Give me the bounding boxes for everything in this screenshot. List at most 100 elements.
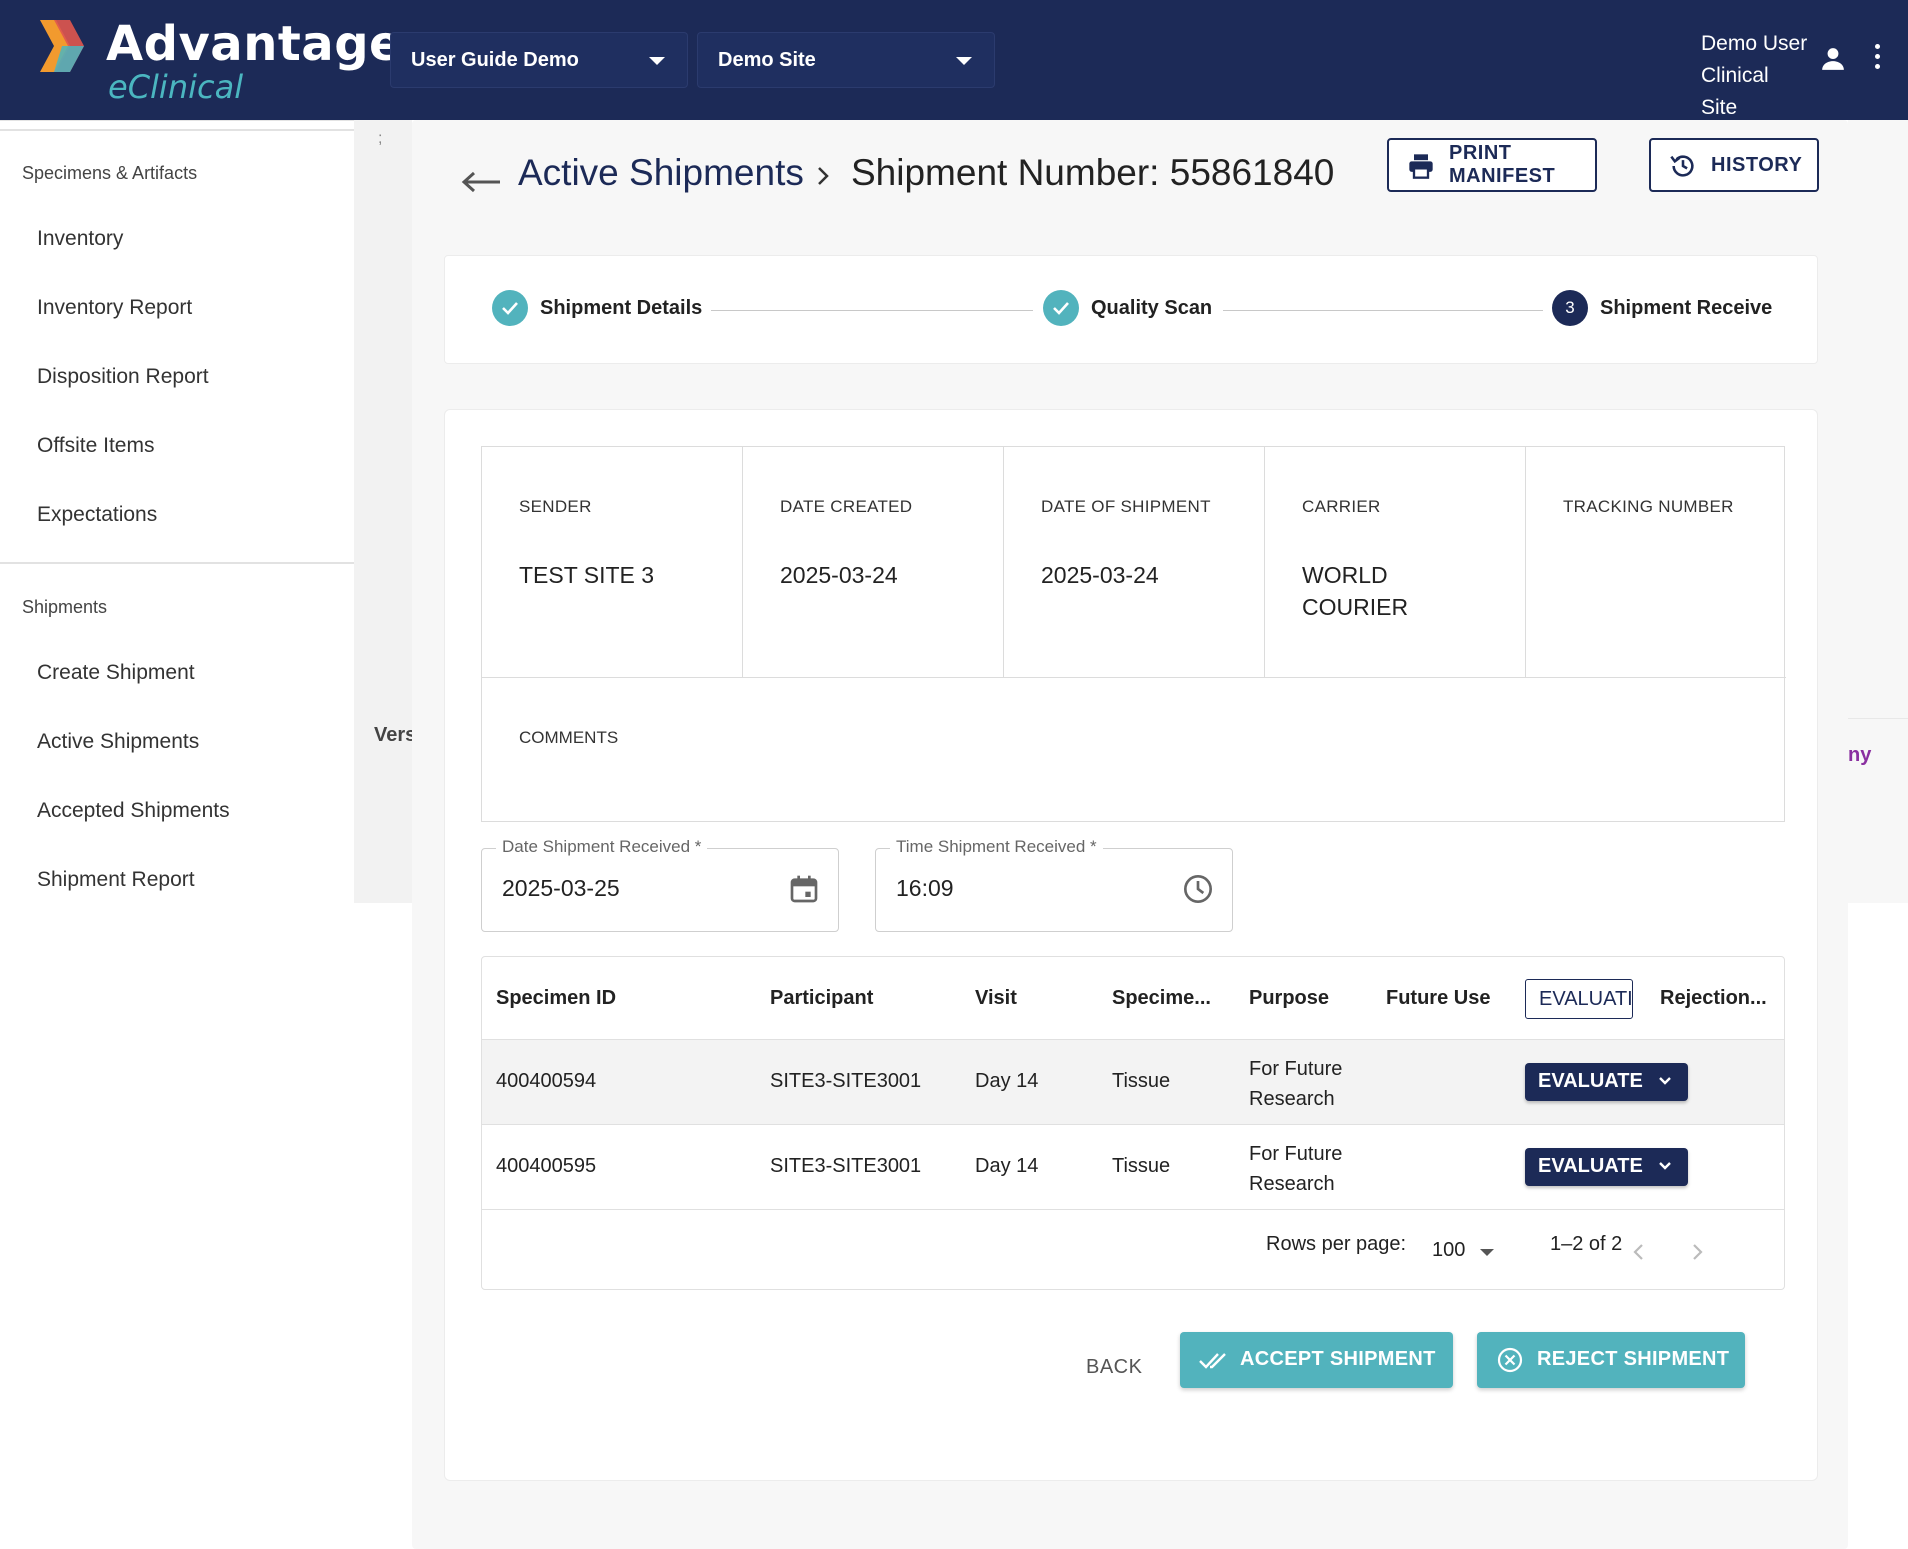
column-participant[interactable]: Participant: [770, 987, 873, 1010]
study-select-value: User Guide Demo: [411, 48, 579, 71]
page-title: Shipment Number: 55861840: [851, 152, 1335, 193]
time-received-label: Time Shipment Received *: [890, 837, 1103, 857]
date-created-label: DATE CREATED: [780, 497, 913, 516]
logo-title: Advantage: [106, 16, 403, 72]
sidebar-item-inventory-report[interactable]: Inventory Report: [37, 296, 192, 320]
column-future-use[interactable]: Future Use: [1386, 987, 1490, 1010]
cell-specimen-id: 400400595: [496, 1155, 597, 1177]
step-connector: [711, 310, 1033, 311]
background-page-strip-right: ny: [1848, 120, 1908, 903]
date-received-field[interactable]: Date Shipment Received * 2025-03-25: [481, 837, 839, 932]
evaluate-label: EVALUATE: [1538, 1155, 1643, 1177]
sidebar-item-inventory[interactable]: Inventory: [37, 227, 123, 251]
tracking-number-label: TRACKING NUMBER: [1563, 497, 1734, 516]
print-manifest-button[interactable]: PRINT MANIFEST: [1387, 138, 1597, 192]
study-select[interactable]: User Guide Demo: [390, 32, 688, 88]
step-number-badge: 3: [1552, 290, 1588, 326]
cell-purpose: For Future Research: [1249, 1143, 1343, 1195]
cell-participant: SITE3-SITE3001: [770, 1155, 922, 1177]
history-button[interactable]: HISTORY: [1649, 138, 1819, 192]
cell-specimen: Tissue: [1112, 1155, 1171, 1177]
breadcrumb-active-shipments[interactable]: Active Shipments: [518, 152, 804, 194]
calendar-icon[interactable]: [788, 873, 820, 905]
top-app-bar: Advantage eClinical User Guide Demo Demo…: [0, 0, 1908, 120]
sidebar-item-disposition-report[interactable]: Disposition Report: [37, 365, 209, 389]
column-specimen[interactable]: Specime...: [1112, 987, 1211, 1010]
background-fragment-right: ny: [1848, 744, 1872, 766]
history-icon: [1670, 155, 1694, 177]
date-of-shipment-label: DATE OF SHIPMENT: [1041, 497, 1211, 516]
reject-shipment-button[interactable]: REJECT SHIPMENT: [1477, 1332, 1745, 1388]
sender-value: TEST SITE 3: [519, 562, 655, 588]
cell-purpose: For Future Research: [1249, 1058, 1343, 1110]
sidebar-item-shipment-report[interactable]: Shipment Report: [37, 868, 195, 892]
table-header: Specimen ID Participant Visit Specime...…: [482, 957, 1784, 1040]
sender-label: SENDER: [519, 497, 592, 516]
shipment-receive-card: SENDER TEST SITE 3 DATE CREATED 2025-03-…: [444, 409, 1818, 1481]
info-tracking-number: TRACKING NUMBER: [1526, 447, 1786, 677]
sidebar-nav: Specimens & Artifacts Inventory Inventor…: [0, 120, 354, 903]
info-date-of-shipment: DATE OF SHIPMENT 2025-03-24: [1004, 447, 1265, 677]
carrier-label: CARRIER: [1302, 497, 1381, 516]
print-manifest-label: PRINT MANIFEST: [1449, 142, 1556, 187]
app-logo[interactable]: Advantage eClinical: [40, 16, 402, 106]
reject-shipment-label: REJECT SHIPMENT: [1537, 1348, 1730, 1370]
back-button[interactable]: BACK: [1086, 1356, 1142, 1379]
rows-per-page-label: Rows per page:: [1266, 1233, 1407, 1255]
dropdown-caret-icon: [956, 57, 972, 65]
account-icon[interactable]: [1820, 46, 1846, 72]
column-visit[interactable]: Visit: [975, 987, 1017, 1010]
sidebar-item-active-shipments[interactable]: Active Shipments: [37, 730, 199, 754]
step-label: Shipment Receive: [1600, 296, 1773, 319]
cell-visit: Day 14: [975, 1155, 1039, 1177]
dropdown-caret-icon[interactable]: [1480, 1249, 1494, 1256]
time-received-field[interactable]: Time Shipment Received * 16:09: [875, 837, 1233, 932]
back-arrow-icon[interactable]: [460, 170, 502, 194]
next-page-icon[interactable]: [1692, 1243, 1704, 1261]
site-select-value: Demo Site: [718, 48, 816, 71]
progress-stepper: Shipment Details Quality Scan 3 Shipment…: [444, 255, 1818, 364]
user-role: Clinical Site: [1701, 64, 1769, 119]
sidebar-item-create-shipment[interactable]: Create Shipment: [37, 661, 195, 685]
user-name: Demo User: [1701, 32, 1808, 55]
column-purpose[interactable]: Purpose: [1249, 987, 1329, 1010]
sidebar-item-offsite-items[interactable]: Offsite Items: [37, 434, 154, 458]
column-specimen-id[interactable]: Specimen ID: [496, 987, 616, 1010]
column-evaluation[interactable]: EVALUATI: [1525, 979, 1633, 1019]
previous-page-icon[interactable]: [1632, 1243, 1644, 1261]
logo-subtitle: eClinical: [108, 68, 244, 106]
evaluate-dropdown-button[interactable]: EVALUATE: [1525, 1148, 1688, 1186]
evaluate-dropdown-button[interactable]: EVALUATE: [1525, 1063, 1688, 1101]
chevron-down-icon: [1659, 1077, 1671, 1085]
sidebar-item-accepted-shipments[interactable]: Accepted Shipments: [37, 799, 230, 823]
accept-shipment-label: ACCEPT SHIPMENT: [1240, 1348, 1436, 1370]
background-page-strip: ; Vers: [354, 120, 412, 903]
sidebar-section-shipments: Shipments: [22, 597, 108, 617]
evaluate-label: EVALUATE: [1538, 1070, 1643, 1092]
cell-participant: SITE3-SITE3001: [770, 1070, 922, 1092]
specimen-table: Specimen ID Participant Visit Specime...…: [481, 956, 1785, 1290]
step-shipment-receive: 3 Shipment Receive: [1552, 290, 1772, 326]
time-received-value: 16:09: [896, 875, 954, 901]
sidebar-item-expectations[interactable]: Expectations: [37, 503, 157, 527]
column-rejection[interactable]: Rejection...: [1660, 987, 1767, 1010]
user-info: Demo User Clinical Site: [1701, 28, 1808, 124]
cell-visit: Day 14: [975, 1070, 1039, 1092]
rows-per-page-select[interactable]: 100: [1432, 1239, 1465, 1262]
site-select[interactable]: Demo Site: [697, 32, 995, 88]
chevron-right-icon: [818, 167, 829, 185]
info-carrier: CARRIER WORLD COURIER: [1265, 447, 1526, 677]
background-divider: [1848, 718, 1908, 719]
dropdown-caret-icon: [649, 57, 665, 65]
date-of-shipment-value: 2025-03-24: [1041, 562, 1159, 588]
accept-shipment-button[interactable]: ACCEPT SHIPMENT: [1180, 1332, 1453, 1388]
table-row: 400400595 SITE3-SITE3001 Day 14 Tissue F…: [482, 1125, 1784, 1210]
more-menu-icon[interactable]: [1872, 44, 1882, 74]
printer-icon: [1409, 154, 1433, 179]
step-label: Shipment Details: [540, 296, 703, 319]
cell-specimen: Tissue: [1112, 1070, 1171, 1092]
background-fragment: ;: [378, 130, 383, 147]
clock-icon[interactable]: [1182, 873, 1214, 905]
table-pagination: Rows per page: 100 1–2 of 2: [482, 1213, 1784, 1289]
date-received-label: Date Shipment Received *: [496, 837, 708, 857]
